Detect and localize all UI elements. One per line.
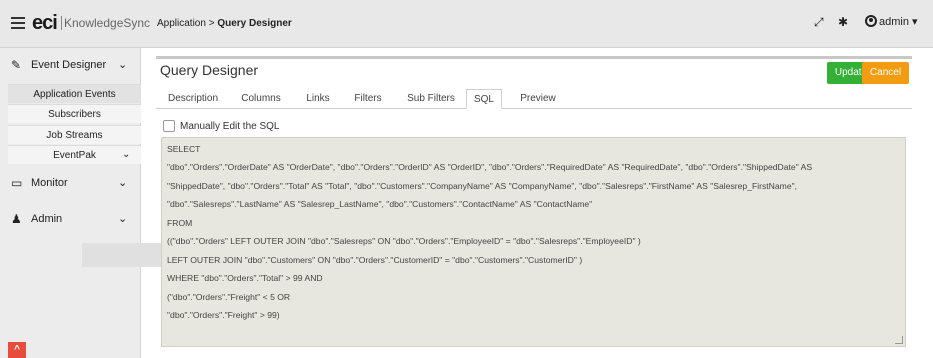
sidebar-item-admin[interactable]: ♟ Admin ⌄ — [0, 202, 141, 235]
admin-label: admin — [879, 16, 909, 28]
sql-line: "dbo"."Salesreps"."LastName" AS "Salesre… — [167, 199, 593, 209]
manual-edit-sql-label: Manually Edit the SQL — [180, 121, 280, 132]
logo-product: KnowledgeSync — [64, 16, 151, 30]
tab-sub-filters[interactable]: Sub Filters — [402, 89, 460, 109]
sql-line: LEFT OUTER JOIN "dbo"."Customers" ON "db… — [167, 255, 583, 265]
sql-line: "dbo"."Orders"."Freight" > 99) — [167, 310, 280, 320]
edit-icon: ✎ — [11, 58, 22, 72]
sql-line: FROM — [167, 218, 193, 228]
chevron-down-icon: ▾ — [912, 16, 918, 28]
admin-menu[interactable]: admin ▾ — [865, 15, 918, 28]
sql-line: (("dbo"."Orders" LEFT OUTER JOIN "dbo"."… — [167, 236, 641, 246]
manual-edit-sql-checkbox[interactable] — [163, 120, 175, 132]
top-bar: eci KnowledgeSync Application > Query De… — [0, 0, 933, 48]
sidebar-item-event-designer[interactable]: ✎ Event Designer ⌄ — [0, 48, 141, 81]
tab-preview[interactable]: Preview — [514, 89, 562, 109]
sidebar-item-label: Subscribers — [48, 109, 101, 120]
sql-line: "dbo"."Orders"."OrderDate" AS "OrderDate… — [167, 162, 813, 172]
user-icon: ♟ — [11, 212, 22, 226]
sidebar-item-job-streams[interactable]: Job Streams — [8, 125, 141, 144]
chevron-down-icon: ⌄ — [122, 149, 131, 160]
user-icon — [865, 15, 877, 27]
monitor-icon: ▭ — [11, 176, 23, 190]
chevron-down-icon: ⌄ — [118, 213, 128, 225]
sql-textarea[interactable]: SELECT "dbo"."Orders"."OrderDate" AS "Or… — [161, 137, 906, 347]
sidebar-item-label: Event Designer — [31, 59, 107, 71]
sidebar-item-label: Job Streams — [46, 130, 103, 141]
sql-line: SELECT — [167, 144, 201, 154]
scroll-to-top-button[interactable]: ^ — [8, 342, 26, 358]
chevron-down-icon: ⌄ — [118, 177, 128, 189]
breadcrumb-parent[interactable]: Application — [157, 18, 206, 29]
tab-sql[interactable]: SQL — [466, 89, 502, 109]
gear-icon[interactable]: ✱ — [838, 15, 848, 29]
sql-line: "ShippedDate", "dbo"."Orders"."Total" AS… — [167, 181, 798, 191]
hamburger-menu-icon[interactable] — [11, 17, 25, 29]
breadcrumb-separator: > — [208, 18, 215, 29]
manual-edit-sql-checkbox-row[interactable]: Manually Edit the SQL — [163, 120, 280, 132]
sidebar-item-label: Monitor — [31, 177, 68, 189]
logo-eci: eci — [32, 12, 58, 34]
tab-bar: Description Columns Links Filters Sub Fi… — [156, 89, 912, 109]
tab-links[interactable]: Links — [299, 89, 337, 109]
cancel-button[interactable]: Cancel — [862, 62, 909, 84]
sql-line: WHERE "dbo"."Orders"."Total" > 99 AND — [167, 273, 323, 283]
sidebar-item-eventpak[interactable]: EventPak ⌄ — [8, 145, 141, 164]
tab-filters[interactable]: Filters — [349, 89, 387, 109]
tab-columns[interactable]: Columns — [236, 89, 286, 109]
resize-handle[interactable] — [895, 336, 903, 344]
breadcrumb: Application > Query Designer — [157, 18, 292, 29]
logo-divider — [61, 16, 62, 30]
breadcrumb-current: Query Designer — [217, 18, 292, 29]
tab-description[interactable]: Description — [162, 89, 224, 109]
sidebar-item-subscribers[interactable]: Subscribers — [8, 104, 141, 123]
tooltip-placeholder — [82, 243, 161, 267]
page-title: Query Designer — [160, 62, 259, 78]
expand-icon[interactable]: ⤢ — [814, 15, 824, 30]
sidebar-item-application-events[interactable]: Application Events — [8, 84, 141, 103]
panel-top-border — [156, 56, 912, 59]
sidebar-item-monitor[interactable]: ▭ Monitor ⌄ — [0, 166, 141, 199]
sidebar: ✎ Event Designer ⌄ Application Events Su… — [0, 48, 141, 358]
sql-line: ("dbo"."Orders"."Freight" < 5 OR — [167, 292, 291, 302]
sidebar-item-label: Application Events — [33, 89, 116, 100]
sidebar-item-label: Admin — [31, 213, 63, 225]
chevron-down-icon: ⌄ — [118, 59, 128, 71]
